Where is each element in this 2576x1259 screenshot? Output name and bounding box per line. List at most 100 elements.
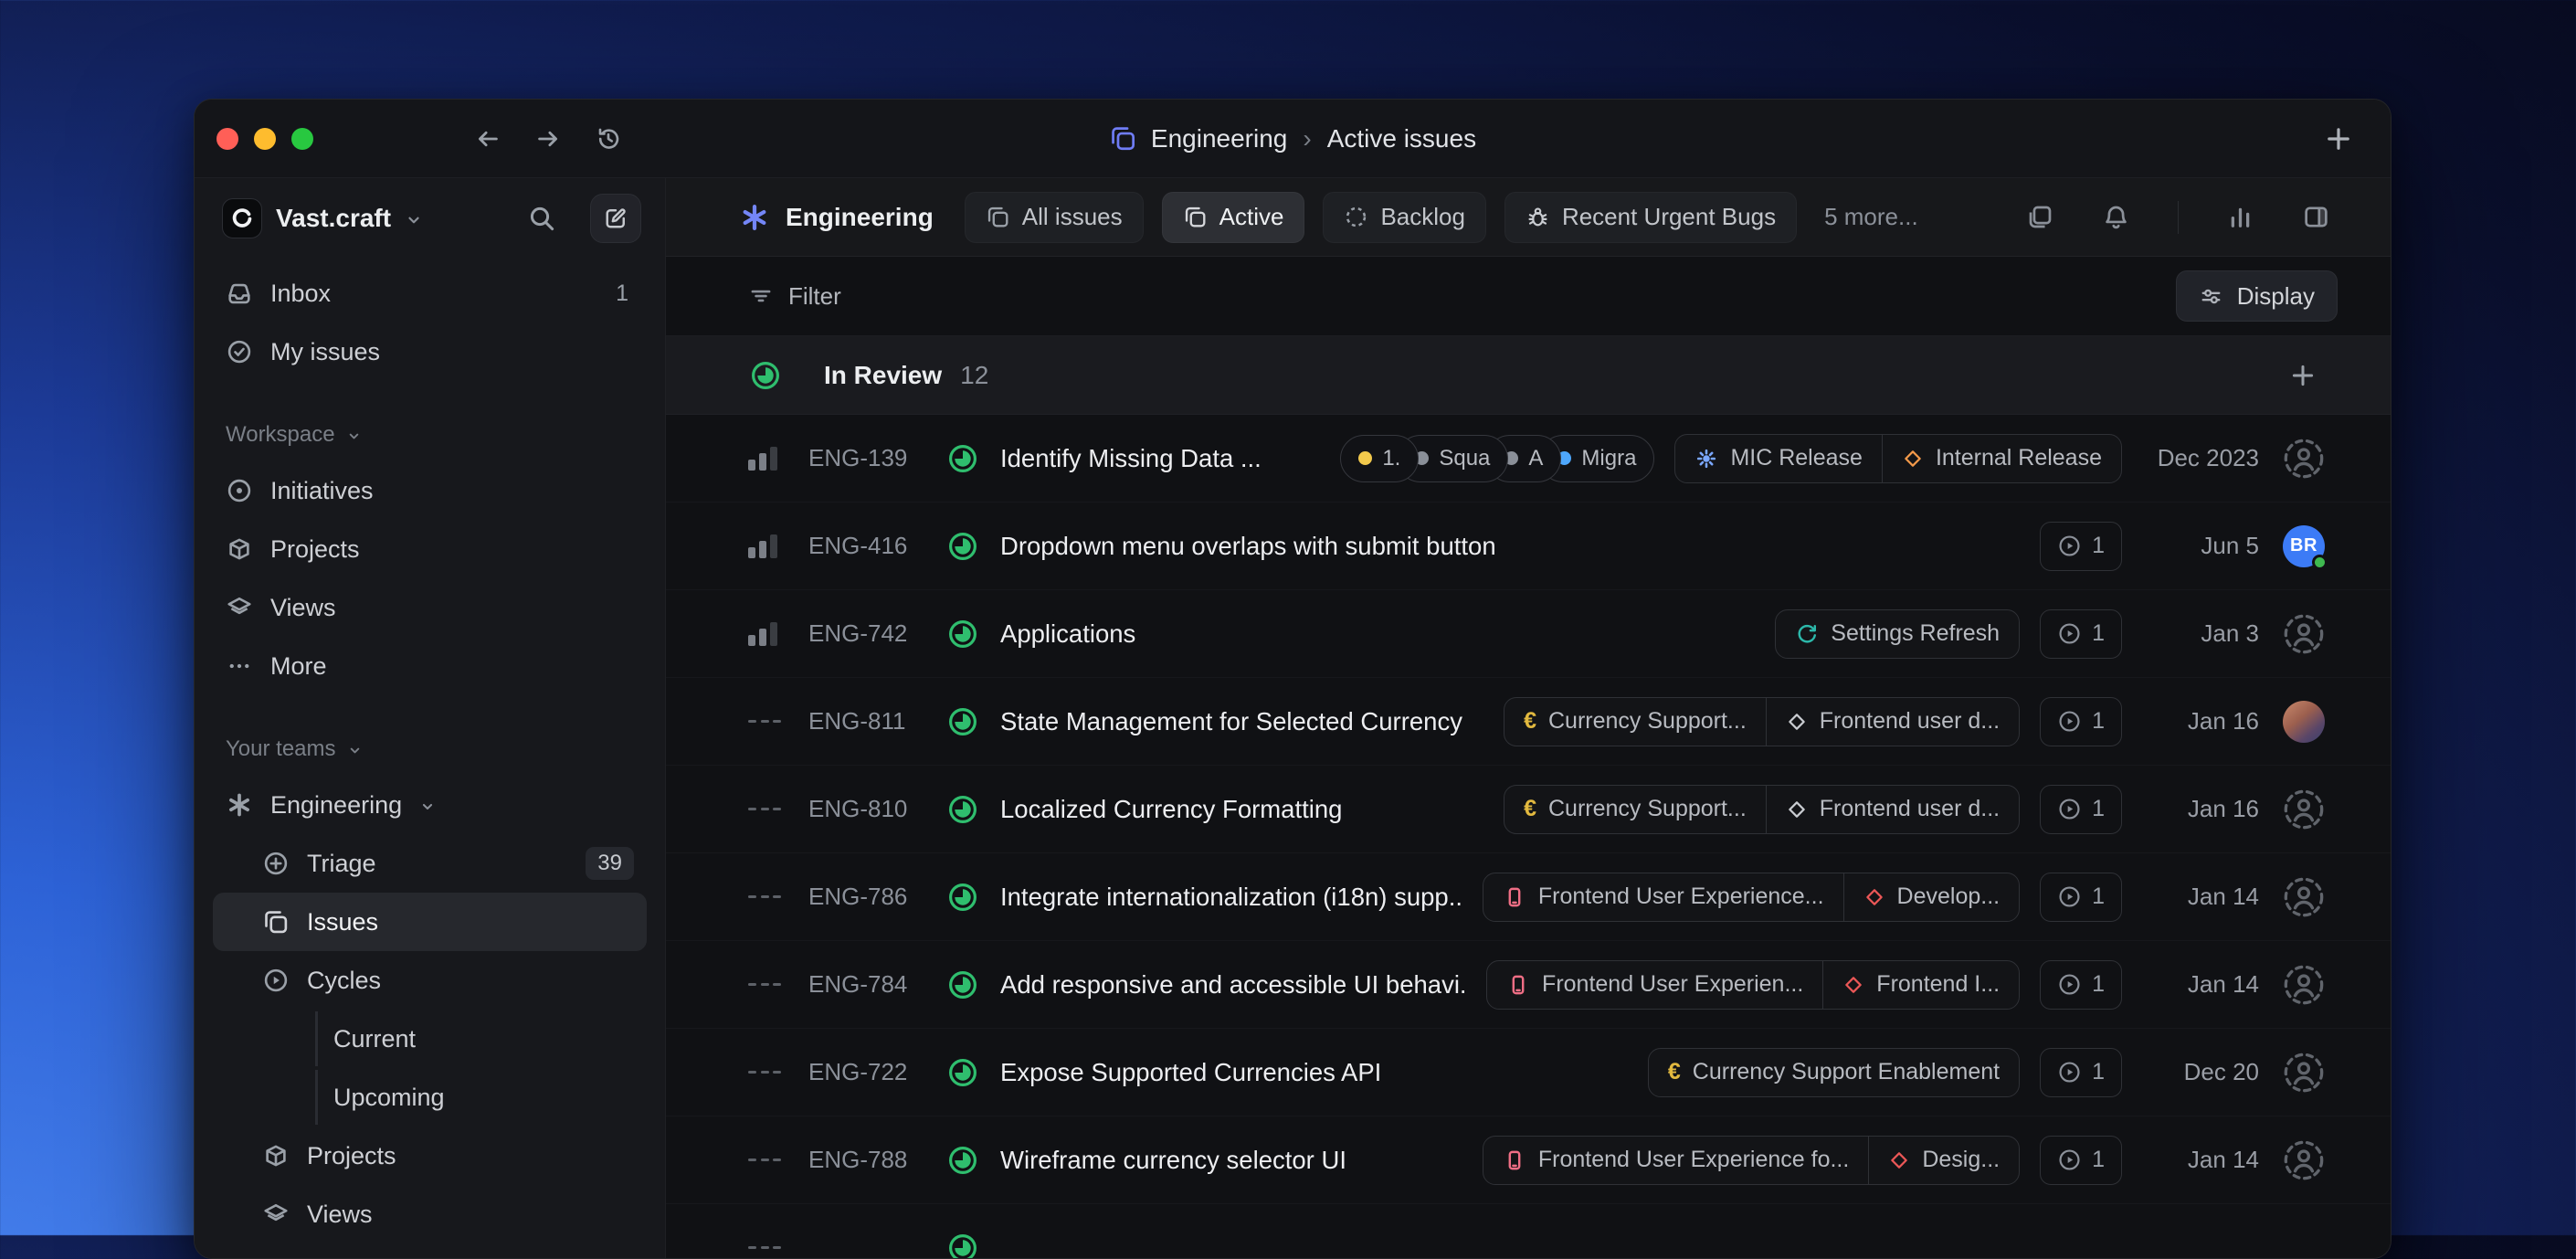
sidebar-item-team-views[interactable]: Views bbox=[213, 1185, 647, 1243]
team-header-engineering[interactable]: Engineering bbox=[739, 202, 934, 233]
issue-row[interactable]: ENG-786 Integrate internationalization (… bbox=[666, 853, 2391, 941]
sidebar-item-issues[interactable]: Issues bbox=[213, 893, 647, 951]
sidebar-item-inbox[interactable]: Inbox 1 bbox=[213, 264, 647, 323]
project-milestone-pill[interactable]: € Currency Support... Frontend user d... bbox=[1504, 784, 2021, 834]
sidebar-item-cycle-upcoming[interactable]: Upcoming bbox=[213, 1068, 647, 1127]
tab-all-issues[interactable]: All issues bbox=[964, 191, 1144, 243]
assignee-avatar-photo[interactable] bbox=[2283, 700, 2325, 743]
in-review-status-icon[interactable] bbox=[947, 969, 978, 1000]
insights-chart-icon[interactable] bbox=[2226, 203, 2254, 231]
cycle-badge[interactable]: 1 bbox=[2040, 872, 2122, 922]
assignee-avatar-unassigned[interactable] bbox=[2283, 788, 2325, 831]
cycle-badge[interactable]: 1 bbox=[2040, 784, 2122, 834]
close-button[interactable] bbox=[216, 127, 238, 150]
tab-recent-urgent-bugs[interactable]: Recent Urgent Bugs bbox=[1504, 191, 1798, 243]
assignee-avatar-unassigned[interactable] bbox=[2283, 964, 2325, 1006]
tab-backlog[interactable]: Backlog bbox=[1323, 191, 1486, 243]
new-issue-button[interactable] bbox=[590, 194, 641, 243]
section-your-teams[interactable]: Your teams bbox=[213, 734, 647, 765]
issue-row[interactable]: ENG-139 Identify Missing Data ... 1. Squ… bbox=[666, 415, 2391, 503]
add-issue-plus-icon[interactable] bbox=[2288, 361, 2317, 390]
section-workspace[interactable]: Workspace bbox=[213, 419, 647, 450]
project-milestone-pill[interactable]: Frontend User Experien... Frontend I... bbox=[1486, 959, 2021, 1010]
issue-title[interactable]: Dropdown menu overlaps with submit butto… bbox=[1000, 532, 1496, 561]
issue-title[interactable]: Integrate internationalization (i18n) su… bbox=[1000, 883, 1461, 912]
in-review-status-icon[interactable] bbox=[947, 443, 978, 474]
issue-title[interactable]: Localized Currency Formatting bbox=[1000, 795, 1342, 824]
project-pill[interactable]: Settings Refresh bbox=[1775, 608, 2021, 659]
issue-row[interactable]: ENG-811 State Management for Selected Cu… bbox=[666, 678, 2391, 766]
assignee-avatar[interactable]: BR bbox=[2283, 524, 2328, 570]
side-panel-icon[interactable] bbox=[2302, 203, 2330, 231]
bell-icon[interactable] bbox=[2102, 203, 2130, 231]
priority-none-icon[interactable] bbox=[748, 1158, 787, 1162]
search-icon[interactable] bbox=[527, 204, 556, 233]
in-review-status-icon[interactable] bbox=[947, 1145, 978, 1176]
in-review-status-icon[interactable] bbox=[947, 794, 978, 825]
assignee-avatar-unassigned[interactable] bbox=[2283, 1139, 2325, 1181]
display-button[interactable]: Display bbox=[2175, 270, 2338, 322]
sidebar-item-team-engineering[interactable]: Engineering bbox=[213, 776, 647, 834]
cycle-badge[interactable]: 1 bbox=[2040, 521, 2122, 571]
priority-none-icon[interactable] bbox=[748, 807, 787, 811]
issue-title[interactable]: Expose Supported Currencies API bbox=[1000, 1058, 1381, 1087]
sidebar-item-cycles[interactable]: Cycles bbox=[213, 951, 647, 1010]
cycle-badge[interactable]: 1 bbox=[2040, 1047, 2122, 1097]
sidebar-item-more[interactable]: More bbox=[213, 637, 647, 695]
back-icon[interactable] bbox=[474, 125, 501, 153]
priority-none-icon[interactable] bbox=[748, 719, 787, 724]
project-milestone-pill[interactable]: MIC Release Internal Release bbox=[1674, 433, 2122, 483]
priority-none-icon[interactable] bbox=[748, 894, 787, 899]
sidebar-item-team-projects[interactable]: Projects bbox=[213, 1127, 647, 1185]
priority-bars-icon[interactable] bbox=[748, 446, 787, 471]
issue-row[interactable]: ENG-784 Add responsive and accessible UI… bbox=[666, 941, 2391, 1029]
in-review-status-icon[interactable] bbox=[947, 706, 978, 737]
issue-row[interactable]: ENG-810 Localized Currency Formatting € … bbox=[666, 766, 2391, 853]
assignee-avatar-unassigned[interactable] bbox=[2283, 876, 2325, 918]
project-milestone-pill[interactable]: Frontend User Experience... Develop... bbox=[1482, 872, 2021, 922]
sidebar-item-projects[interactable]: Projects bbox=[213, 520, 647, 578]
issue-title[interactable]: State Management for Selected Currency bbox=[1000, 707, 1462, 736]
sidebar-item-cycle-current[interactable]: Current bbox=[213, 1010, 647, 1068]
priority-bars-icon[interactable] bbox=[748, 621, 787, 646]
issue-title[interactable]: Add responsive and accessible UI behavi.… bbox=[1000, 970, 1464, 1000]
cycle-badge[interactable]: 1 bbox=[2040, 696, 2122, 746]
breadcrumb-page[interactable]: Active issues bbox=[1327, 124, 1476, 153]
in-review-status-icon[interactable] bbox=[947, 531, 978, 562]
assignee-avatar-unassigned[interactable] bbox=[2283, 438, 2325, 480]
issue-row[interactable]: ENG-722 Expose Supported Currencies API … bbox=[666, 1029, 2391, 1116]
project-pill[interactable]: € Currency Support Enablement bbox=[1647, 1047, 2021, 1097]
priority-bars-icon[interactable] bbox=[748, 534, 787, 558]
label-pill[interactable]: 1. bbox=[1340, 434, 1420, 482]
issue-row[interactable]: ENG-788 Wireframe currency selector UI F… bbox=[666, 1116, 2391, 1204]
workspace-name[interactable]: Vast.craft bbox=[276, 204, 391, 233]
issue-title[interactable]: Wireframe currency selector UI bbox=[1000, 1146, 1346, 1175]
stack-icon[interactable] bbox=[2026, 203, 2054, 231]
sidebar-item-my-issues[interactable]: My issues bbox=[213, 323, 647, 381]
priority-none-icon[interactable] bbox=[748, 1070, 787, 1074]
issue-row[interactable]: ENG-742 Applications Settings Refresh 1 … bbox=[666, 590, 2391, 678]
sidebar-item-views[interactable]: Views bbox=[213, 578, 647, 637]
minimize-button[interactable] bbox=[254, 127, 276, 150]
assignee-avatar-unassigned[interactable] bbox=[2283, 613, 2325, 655]
new-tab-plus-icon[interactable] bbox=[2323, 123, 2354, 154]
workspace-switcher[interactable]: Vast.craft bbox=[213, 189, 647, 248]
more-tabs-button[interactable]: 5 more... bbox=[1824, 203, 1918, 231]
issue-title[interactable]: Applications bbox=[1000, 619, 1135, 649]
cycle-badge[interactable]: 1 bbox=[2040, 959, 2122, 1010]
in-review-status-icon[interactable] bbox=[947, 619, 978, 650]
project-milestone-pill[interactable]: Frontend User Experience fo... Desig... bbox=[1482, 1135, 2021, 1185]
cycle-badge[interactable]: 1 bbox=[2040, 608, 2122, 659]
sidebar-item-initiatives[interactable]: Initiatives bbox=[213, 461, 647, 520]
tab-active[interactable]: Active bbox=[1161, 191, 1305, 243]
assignee-avatar-unassigned[interactable] bbox=[2283, 1052, 2325, 1094]
in-review-status-icon[interactable] bbox=[947, 1057, 978, 1088]
forward-icon[interactable] bbox=[534, 125, 562, 153]
sidebar-item-triage[interactable]: Triage 39 bbox=[213, 834, 647, 893]
issue-row-partial[interactable] bbox=[666, 1204, 2391, 1258]
filter-button[interactable]: Filter bbox=[748, 282, 841, 311]
in-review-status-icon[interactable] bbox=[947, 882, 978, 913]
priority-none-icon[interactable] bbox=[748, 982, 787, 987]
cycle-badge[interactable]: 1 bbox=[2040, 1135, 2122, 1185]
zoom-button[interactable] bbox=[291, 127, 313, 150]
